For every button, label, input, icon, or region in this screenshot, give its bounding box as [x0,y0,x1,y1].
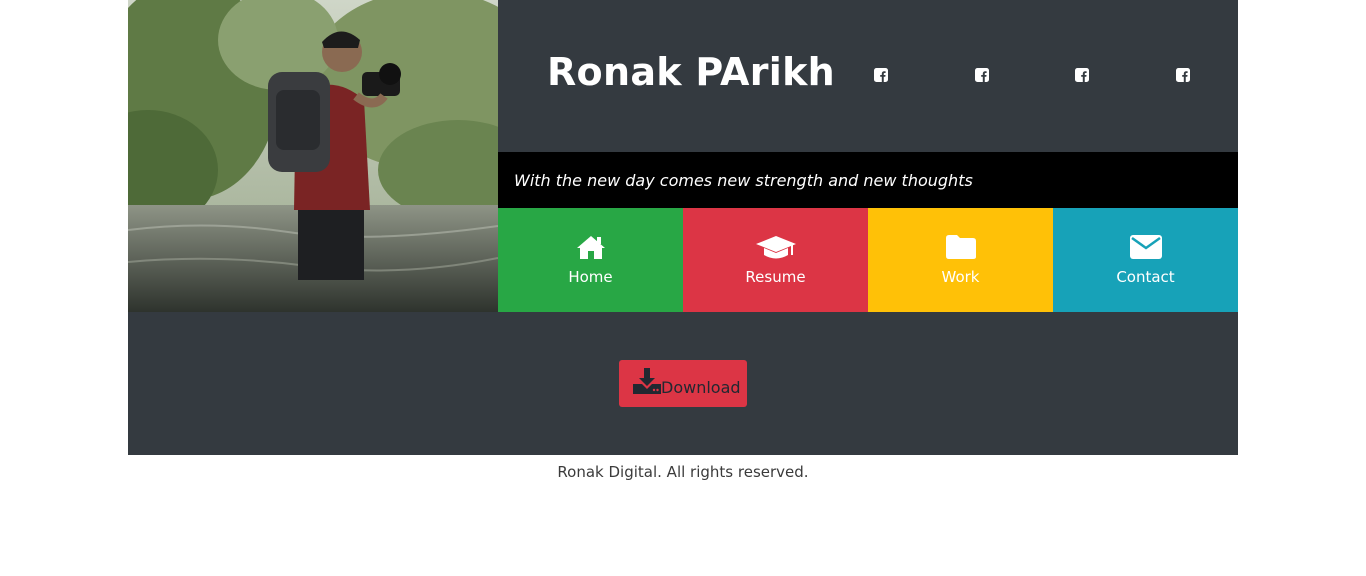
download-button[interactable]: Download [619,360,747,407]
nav-work[interactable]: Work [868,208,1053,312]
hero-section: Ronak PArikh With the new day comes new … [128,0,1238,312]
facebook-square-icon [1074,67,1090,83]
folder-icon [868,234,1053,262]
main-nav: Home Resume Work Contact [498,208,1238,312]
facebook-link-1[interactable] [873,67,889,83]
site-header: Ronak PArikh [498,0,1238,152]
download-label: Download [661,378,741,397]
content-section: Download [128,312,1238,455]
envelope-icon [1053,234,1238,262]
nav-contact-label: Contact [1116,268,1175,286]
facebook-link-4[interactable] [1175,67,1191,83]
nav-contact[interactable]: Contact [1053,208,1238,312]
home-icon [498,234,683,262]
graduation-cap-icon [683,234,868,262]
nav-resume[interactable]: Resume [683,208,868,312]
site-title: Ronak PArikh [547,50,836,94]
download-icon [632,367,662,395]
nav-resume-label: Resume [745,268,806,286]
page-container: Ronak PArikh With the new day comes new … [128,0,1238,455]
nav-home-label: Home [568,268,613,286]
tagline-bar: With the new day comes new strength and … [498,152,1238,208]
facebook-link-3[interactable] [1074,67,1090,83]
facebook-square-icon [974,67,990,83]
facebook-square-icon [873,67,889,83]
nav-work-label: Work [941,268,980,286]
nav-home[interactable]: Home [498,208,683,312]
profile-photo [128,0,498,312]
facebook-square-icon [1175,67,1191,83]
footer-copyright: Ronak Digital. All rights reserved. [557,463,809,481]
tagline-text: With the new day comes new strength and … [514,171,973,190]
facebook-link-2[interactable] [974,67,990,83]
